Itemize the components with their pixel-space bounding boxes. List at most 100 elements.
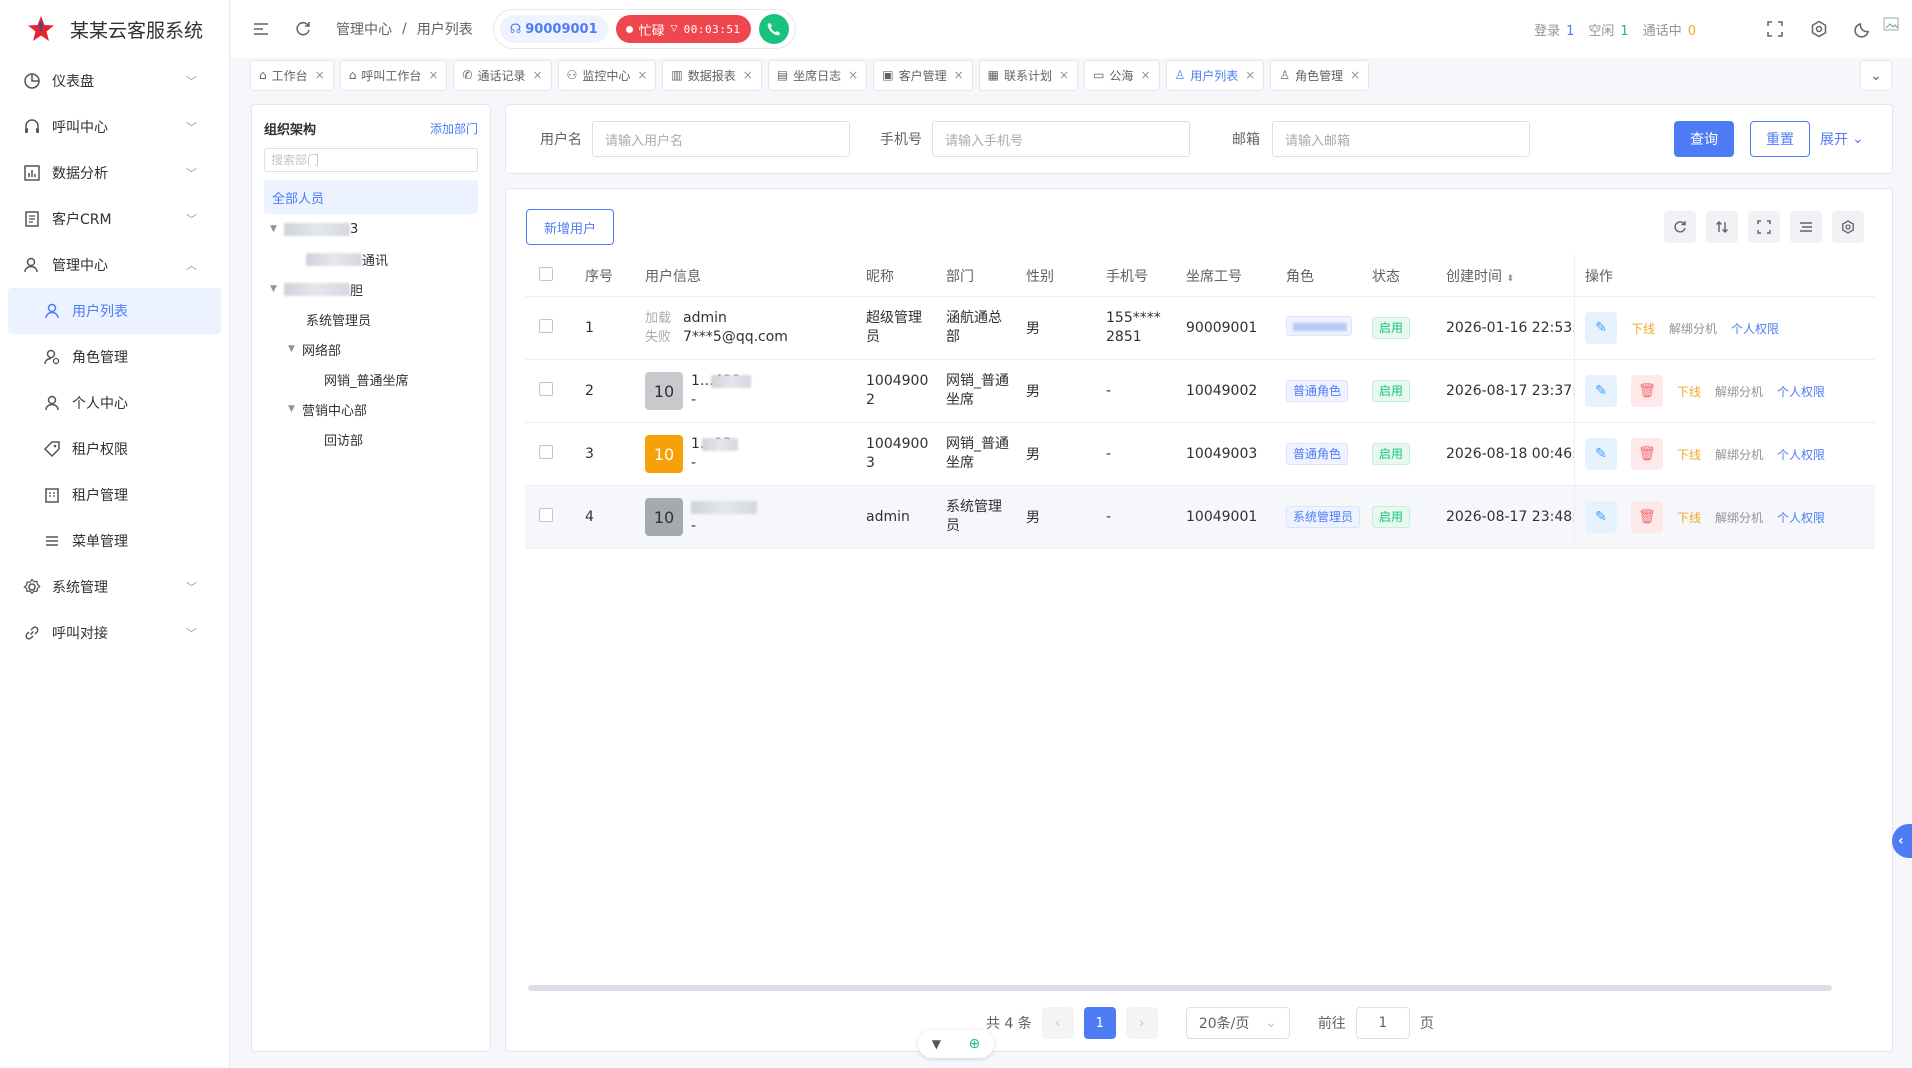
next-page-button[interactable]: › (1125, 1007, 1158, 1039)
reset-button[interactable]: 重置 (1750, 121, 1810, 157)
dept-search-input[interactable]: 搜索部门 (264, 148, 478, 172)
sidebar-item-user-list[interactable]: 用户列表 (8, 288, 221, 334)
edit-button[interactable]: ✎ (1585, 501, 1617, 533)
close-icon[interactable]: × (428, 68, 438, 82)
tab-call-records[interactable]: ✆ 通话记录 × (453, 59, 552, 91)
row-checkbox[interactable] (539, 382, 553, 396)
row-checkbox[interactable] (539, 445, 553, 459)
close-icon[interactable]: × (1350, 68, 1360, 82)
column-settings-icon[interactable] (1832, 211, 1864, 243)
tab-user-list[interactable]: ♙ 用户列表 × (1165, 59, 1265, 91)
tab-workbench[interactable]: ⌂ 工作台 × (250, 59, 334, 91)
close-icon[interactable]: × (1059, 68, 1069, 82)
edit-button[interactable]: ✎ (1585, 312, 1617, 344)
select-all-checkbox[interactable] (539, 266, 553, 281)
unbind-link[interactable]: 解绑分机 (1715, 383, 1763, 400)
delete-button[interactable]: 🗑 (1631, 375, 1663, 407)
offline-link[interactable]: 下线 (1631, 320, 1655, 337)
tab-more-button[interactable]: ⌄ (1860, 60, 1892, 91)
tab-call-workbench[interactable]: ⌂ 呼叫工作台 × (339, 59, 448, 91)
tab-public-pool[interactable]: ▭ 公海 × (1084, 59, 1160, 91)
tree-node[interactable]: 通讯 (264, 244, 478, 274)
delete-button[interactable]: 🗑 (1631, 501, 1663, 533)
offline-link[interactable]: 下线 (1677, 446, 1701, 463)
tree-node[interactable]: 系统管理员 (264, 304, 478, 334)
unbind-link[interactable]: 解绑分机 (1715, 509, 1763, 526)
unbind-link[interactable]: 解绑分机 (1715, 446, 1763, 463)
refresh-icon[interactable] (292, 18, 314, 40)
permission-link[interactable]: 个人权限 (1777, 446, 1825, 463)
close-icon[interactable]: × (1140, 68, 1150, 82)
settings-icon[interactable] (1808, 18, 1830, 40)
horizontal-scrollbar[interactable] (528, 985, 1832, 991)
sidebar-item-role[interactable]: 角色管理 (0, 334, 229, 380)
refresh-table-icon[interactable] (1664, 211, 1696, 243)
add-dept-link[interactable]: 添加部门 (430, 120, 478, 137)
avatar[interactable] (1882, 14, 1902, 34)
target-icon[interactable]: ⊕ (969, 1036, 981, 1052)
dark-mode-icon[interactable] (1852, 18, 1874, 40)
tab-contact-plan[interactable]: ▦ 联系计划 × (978, 59, 1079, 91)
density-icon[interactable] (1790, 211, 1822, 243)
menu-call-integration[interactable]: 呼叫对接 ﹀ (0, 610, 229, 656)
sidebar-item-tenant-mgmt[interactable]: 租户管理 (0, 472, 229, 518)
delete-button[interactable]: 🗑 (1631, 438, 1663, 470)
row-checkbox[interactable] (539, 508, 553, 522)
tree-node[interactable]: ▼ 3 (264, 214, 478, 244)
row-checkbox[interactable] (539, 319, 553, 333)
busy-status-dropdown[interactable]: 忙碌 ▽ 00:03:51 (615, 15, 751, 43)
sidebar-item-personal[interactable]: 个人中心 (0, 380, 229, 426)
menu-call-center[interactable]: 呼叫中心 ﹀ (0, 104, 229, 150)
menu-admin-center[interactable]: 管理中心 ︿ (0, 242, 229, 288)
tab-role-mgmt[interactable]: ♙ 角色管理 × (1270, 59, 1370, 91)
permission-link[interactable]: 个人权限 (1777, 383, 1825, 400)
offline-link[interactable]: 下线 (1677, 383, 1701, 400)
permission-link[interactable]: 个人权限 (1731, 320, 1779, 337)
breadcrumb-item[interactable]: 管理中心 (336, 19, 392, 39)
tab-seat-log[interactable]: ▤ 坐席日志 × (767, 59, 868, 91)
sort-icon[interactable] (1706, 211, 1738, 243)
offline-link[interactable]: 下线 (1677, 509, 1701, 526)
username-input[interactable]: 请输入用户名 (592, 121, 850, 157)
close-icon[interactable]: × (637, 68, 647, 82)
side-drawer-handle[interactable]: ‹ (1892, 824, 1912, 858)
funnel-icon[interactable]: ▼ (932, 1037, 941, 1051)
tree-node[interactable]: ▼ 胆 (264, 274, 478, 304)
email-input[interactable]: 请输入邮箱 (1272, 121, 1530, 157)
page-size-select[interactable]: 20条/页 ⌄ (1185, 1007, 1290, 1039)
menu-dashboard[interactable]: 仪表盘 ﹀ (0, 58, 229, 104)
seat-number-badge[interactable]: ☊ 90009001 (499, 15, 608, 43)
add-user-button[interactable]: 新增用户 (526, 209, 614, 245)
menu-crm[interactable]: 客户CRM ﹀ (0, 196, 229, 242)
tree-node[interactable]: ▼ 营销中心部 (264, 394, 478, 424)
collapse-menu-icon[interactable] (250, 18, 272, 40)
menu-system[interactable]: 系统管理 ﹀ (0, 564, 229, 610)
tab-monitor[interactable]: ⚇ 监控中心 × (557, 59, 657, 91)
expand-toggle[interactable]: 展开 ⌄ (1820, 129, 1864, 149)
sidebar-item-menu-mgmt[interactable]: 菜单管理 (0, 518, 229, 564)
close-icon[interactable]: × (315, 68, 325, 82)
tab-reports[interactable]: ▥ 数据报表 × (662, 59, 762, 91)
phone-input[interactable]: 请输入手机号 (932, 121, 1190, 157)
tree-node[interactable]: ▼ 网络部 (264, 334, 478, 364)
tab-customers[interactable]: ▣ 客户管理 × (873, 59, 973, 91)
close-icon[interactable]: × (532, 68, 542, 82)
tree-node[interactable]: 网销_普通坐席 (264, 364, 478, 394)
sidebar-item-tenant-perm[interactable]: 租户权限 (0, 426, 229, 472)
close-icon[interactable]: × (743, 68, 753, 82)
tree-all-members[interactable]: 全部人员 (264, 180, 478, 214)
query-button[interactable]: 查询 (1674, 121, 1734, 157)
unbind-link[interactable]: 解绑分机 (1669, 320, 1717, 337)
created-time-header[interactable]: 创建时间 ⬍ (1446, 266, 1574, 286)
close-icon[interactable]: × (954, 68, 964, 82)
prev-page-button[interactable]: ‹ (1041, 1007, 1074, 1039)
goto-page-input[interactable]: 1 (1355, 1007, 1410, 1039)
permission-link[interactable]: 个人权限 (1777, 509, 1825, 526)
tree-node[interactable]: 回访部 (264, 424, 478, 454)
fullscreen-icon[interactable] (1764, 18, 1786, 40)
edit-button[interactable]: ✎ (1585, 438, 1617, 470)
close-icon[interactable]: × (1245, 68, 1255, 82)
edit-button[interactable]: ✎ (1585, 375, 1617, 407)
close-icon[interactable]: × (848, 68, 858, 82)
page-number[interactable]: 1 (1083, 1007, 1116, 1039)
